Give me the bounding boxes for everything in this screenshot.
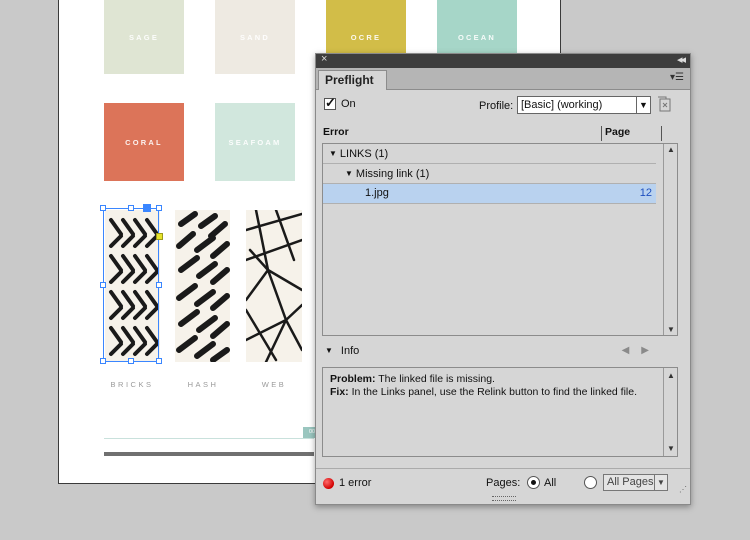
tree-page-number[interactable]: 12 [640,184,652,203]
swatch-coral[interactable]: CORAL [104,103,184,181]
on-toggle[interactable]: On [324,95,356,111]
swatch-label: SAND [239,32,271,42]
expand-triangle-icon[interactable]: ▼ [345,164,353,183]
error-tree: ▼ LINKS (1) ▼ Missing link (1) 1.jpg 12 ▲ … [322,143,678,336]
pages-all-radio[interactable] [527,476,540,489]
panel-menu-icon[interactable]: ▾☰ [670,72,684,83]
panel-tabs: Preflight ▾☰ [316,68,690,90]
problem-line: Problem: The linked file is missing. [330,373,670,386]
collapse-triangle-icon[interactable]: ▼ [325,346,333,355]
pattern-web[interactable] [246,210,302,362]
scroll-up-icon[interactable]: ▲ [667,145,675,154]
pattern-label: HASH [187,380,219,389]
define-profiles-icon[interactable] [657,95,673,113]
on-checkbox[interactable] [324,95,336,111]
scroll-up-icon[interactable]: ▲ [667,369,675,382]
swatch-seafoam[interactable]: SEAFOAM [215,103,295,181]
panel-footer: 1 error Pages: All All Pages ▼ ⋰ [316,468,690,496]
pages-all-label: All [544,477,557,489]
fix-line: Fix: In the Links panel, use the Relink … [330,386,670,399]
tree-row-links[interactable]: ▼ LINKS (1) [323,144,656,164]
resize-handle[interactable] [156,358,162,364]
on-label: On [341,98,356,110]
divider-bar [104,452,314,456]
resize-handle[interactable] [128,358,134,364]
collapse-icon[interactable]: ◂◂ [677,53,686,66]
info-label: Info [340,345,360,357]
chevron-down-icon: ▼ [636,97,650,113]
problem-label: Problem: [330,373,376,385]
panel-bottom-grip[interactable] [492,496,516,501]
resize-handle[interactable] [156,205,162,211]
tree-label: LINKS (1) [339,148,389,160]
profile-dropdown[interactable]: [Basic] (working) ▼ [517,96,651,114]
column-divider [661,126,662,141]
tree-label: Missing link (1) [355,168,430,180]
fix-text: In the Links panel, use the Relink butto… [348,386,638,398]
swatch-sage[interactable]: SAGE [104,0,184,74]
pages-range-field[interactable]: All Pages ▼ [603,474,668,491]
column-error[interactable]: Error [323,126,349,138]
swatch-sand[interactable]: SAND [215,0,295,74]
pattern-hash[interactable] [175,210,230,362]
tree-row-missing-link[interactable]: ▼ Missing link (1) [323,164,656,184]
pages-range-radio[interactable] [584,476,597,489]
info-nav-arrows[interactable]: ◀▶ [622,345,661,356]
resize-handle[interactable] [100,205,106,211]
tab-preflight[interactable]: Preflight [318,70,387,90]
error-count[interactable]: 1 error [339,477,371,489]
error-status-icon [323,478,334,489]
selection-frame [103,208,159,362]
column-page[interactable]: Page [601,126,630,141]
expand-triangle-icon[interactable]: ▼ [329,144,337,163]
close-icon[interactable]: × [321,53,327,65]
swatch-label: SEAFOAM [228,137,282,147]
swatch-label: OCRE [350,32,382,42]
corner-options-handle[interactable] [156,233,163,240]
anchor-handle[interactable] [143,204,151,212]
column-headers: Error Page [323,126,663,141]
preflight-panel: × ◂◂ Preflight ▾☰ On Profile: [Basic] (w… [315,53,691,505]
swatch-label: SAGE [128,32,160,42]
tree-row-file[interactable]: 1.jpg 12 [323,184,656,204]
swatch-label: OCEAN [457,32,497,42]
fix-label: Fix: [330,386,349,398]
profile-label: Profile: [479,100,514,112]
tree-scrollbar[interactable]: ▲ ▼ [663,144,677,335]
profile-value: [Basic] (working) [521,99,603,111]
pages-label: Pages: [486,477,521,489]
resize-handle[interactable] [100,282,106,288]
resize-handle[interactable] [100,358,106,364]
panel-titlebar[interactable]: × ◂◂ [316,53,690,68]
info-section-header[interactable]: ▼ Info ◀▶ [325,345,681,361]
info-scrollbar[interactable]: ▲ ▼ [663,368,677,456]
info-box: Problem: The linked file is missing. Fix… [322,367,678,457]
resize-handle[interactable] [128,205,134,211]
tree-label: 1.jpg [365,187,389,199]
problem-text: The linked file is missing. [375,373,495,385]
pattern-label: BRICKS [110,380,154,389]
resize-handle[interactable] [156,282,162,288]
pages-range-value: All Pages [607,476,654,488]
scroll-down-icon[interactable]: ▼ [667,442,675,455]
chevron-down-icon[interactable]: ▼ [654,475,667,490]
resize-grip-icon[interactable]: ⋰ [679,485,687,494]
scroll-down-icon[interactable]: ▼ [667,325,675,334]
divider-line [104,438,314,439]
swatch-label: CORAL [125,137,163,147]
pattern-label: WEB [261,380,287,389]
